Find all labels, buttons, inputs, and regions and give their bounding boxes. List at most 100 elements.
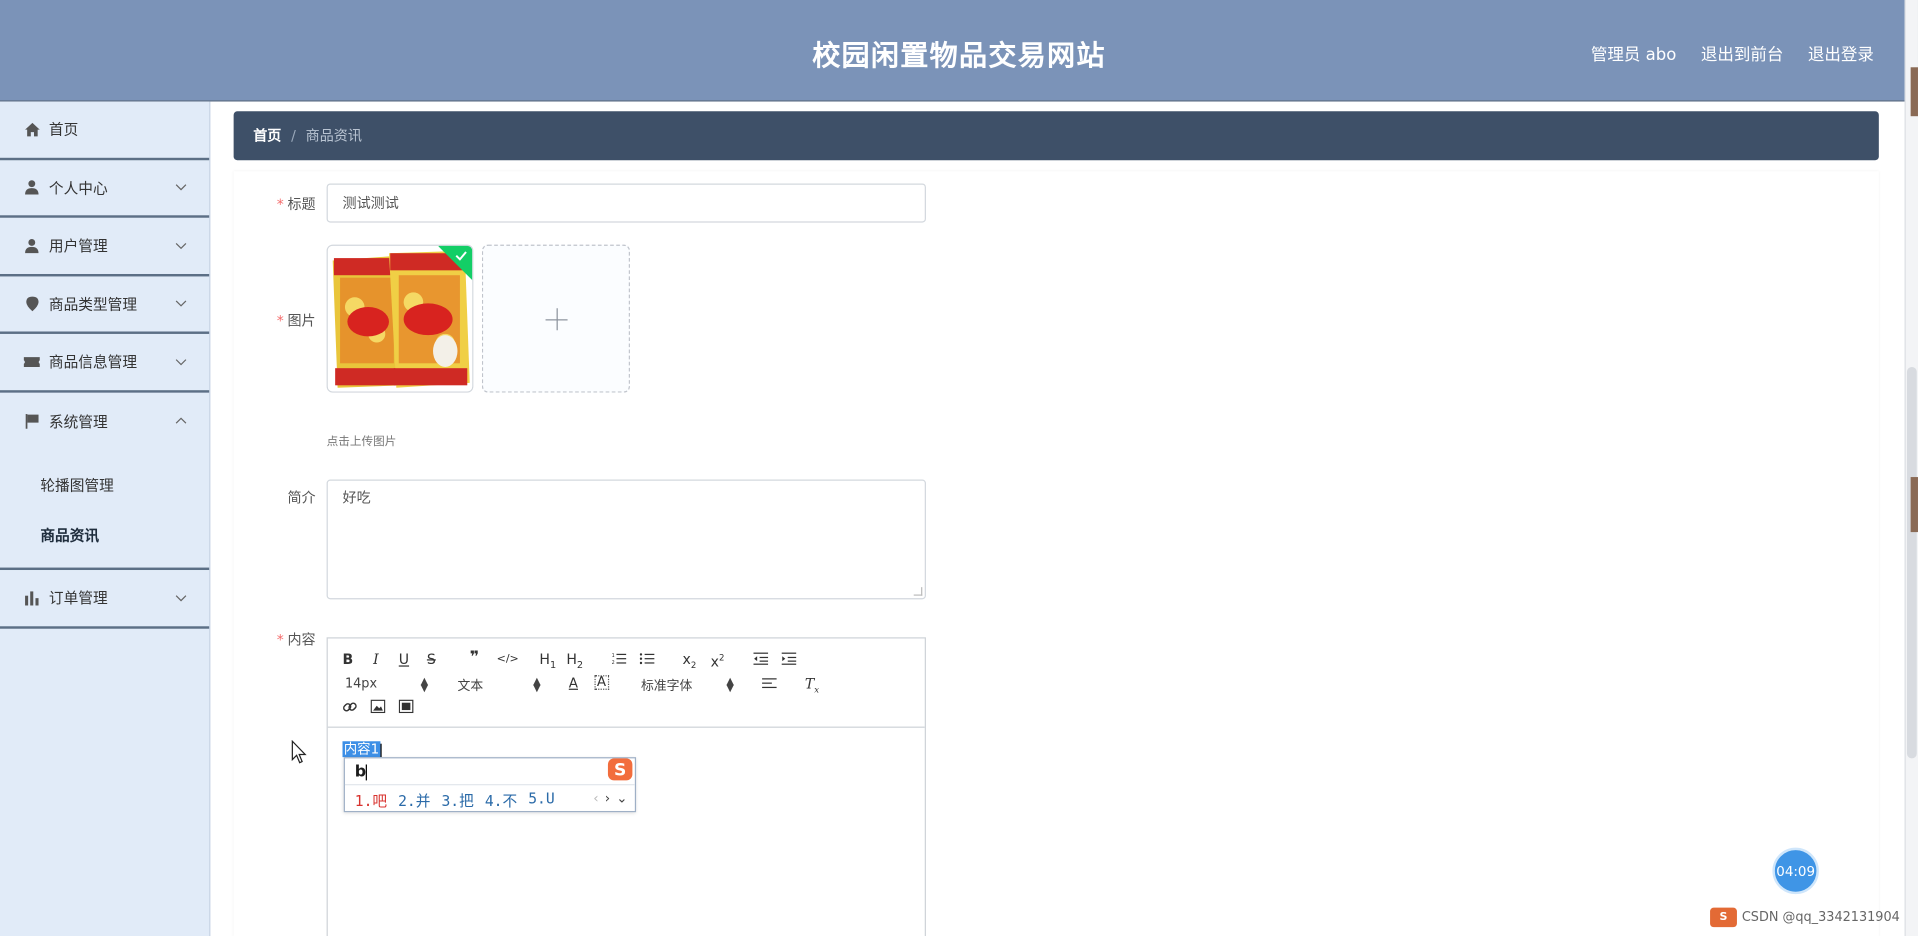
- bullet-list-icon[interactable]: [639, 652, 655, 665]
- ime-pinyin-input: b: [354, 763, 368, 782]
- mouse-cursor-icon: [291, 740, 307, 764]
- user-icon: [23, 179, 40, 196]
- timer-badge[interactable]: 04:09: [1772, 847, 1819, 895]
- subscript-icon[interactable]: x2: [683, 651, 697, 675]
- strikethrough-icon[interactable]: S: [427, 651, 436, 668]
- ordered-list-icon[interactable]: 12: [612, 652, 627, 665]
- sidebar-item-label: 商品类型管理: [48, 295, 138, 313]
- text-color-icon[interactable]: A: [569, 675, 578, 692]
- selected-text: 内容1: [342, 741, 381, 758]
- content-label: * 内容: [276, 631, 316, 649]
- underline-icon[interactable]: U: [399, 651, 409, 668]
- sogou-ime-logo-icon: S: [607, 758, 633, 781]
- sidebar-item-label: 用户管理: [48, 237, 108, 255]
- clear-format-icon[interactable]: Tx: [805, 675, 819, 699]
- sidebar-item-product-management[interactable]: 商品信息管理: [0, 334, 210, 393]
- taskbar-text: CSDN @qq_3342131904: [1741, 910, 1900, 925]
- font-size-select[interactable]: 14px ▲ ▼: [345, 675, 429, 694]
- ime-candidate[interactable]: 4.不: [485, 790, 517, 811]
- system-submenu: 轮播图管理 商品资讯: [0, 450, 210, 571]
- upload-tip: 点击上传图片: [326, 435, 397, 449]
- sort-arrows-icon: ▲ ▼: [726, 675, 734, 694]
- sidebar-item-label: 个人中心: [48, 179, 108, 197]
- chevron-down-icon: [175, 300, 187, 307]
- top-header: 校园闲置物品交易网站 管理员 abo 退出到前台 退出登录: [0, 0, 1918, 102]
- code-block-icon[interactable]: </>: [497, 651, 519, 668]
- page-scrollbar[interactable]: [1904, 0, 1918, 936]
- flag-icon: [23, 413, 40, 430]
- link-icon[interactable]: [342, 700, 357, 715]
- intro-text: 好吃: [342, 489, 371, 507]
- sidebar-item-user-management[interactable]: 用户管理: [0, 218, 210, 276]
- chevron-down-icon: [175, 242, 187, 249]
- sidebar-item-label: 商品信息管理: [48, 353, 138, 371]
- app-root: 校园闲置物品交易网站 管理员 abo 退出到前台 退出登录 首页 个人中心 用户…: [0, 0, 1918, 936]
- outdent-icon[interactable]: [753, 652, 769, 665]
- header-2-icon[interactable]: H2: [566, 651, 583, 675]
- format-select[interactable]: 文本 ▲ ▼: [457, 676, 540, 694]
- ime-page-nav: ‹ › ⌄: [593, 790, 627, 806]
- image-label: * 图片: [276, 311, 316, 330]
- home-icon: [23, 121, 40, 138]
- title-input[interactable]: 测试测试: [326, 183, 926, 223]
- font-family-select[interactable]: 标准字体 ▲ ▼: [641, 676, 734, 694]
- italic-icon[interactable]: I: [373, 651, 379, 668]
- logout-link[interactable]: 退出登录: [1808, 40, 1874, 65]
- sidebar-item-order-management[interactable]: 订单管理: [0, 570, 210, 629]
- superscript-icon[interactable]: x2: [711, 650, 725, 671]
- sidebar-item-label: 首页: [48, 121, 79, 139]
- sidebar-item-system-management[interactable]: 系统管理: [0, 392, 209, 450]
- breadcrumb-home[interactable]: 首页: [253, 126, 281, 146]
- chart-icon: [23, 589, 40, 606]
- ime-candidates: 1.吧 2.并 3.把 4.不 5.U: [355, 790, 555, 811]
- intro-textarea[interactable]: 好吃: [326, 479, 926, 600]
- bold-icon[interactable]: B: [342, 651, 353, 668]
- ime-candidate[interactable]: 5.U: [528, 790, 555, 811]
- background-color-icon[interactable]: A: [594, 675, 609, 690]
- sidebar-item-product-news[interactable]: 商品资讯: [0, 510, 209, 560]
- sidebar-item-personal-center[interactable]: 个人中心: [0, 160, 210, 218]
- chevron-right-icon[interactable]: ›: [605, 790, 610, 806]
- svg-text:S: S: [614, 761, 626, 781]
- align-icon[interactable]: [762, 678, 777, 691]
- text-caret: [380, 743, 382, 757]
- header-1-icon[interactable]: H1: [539, 651, 556, 675]
- ticket-icon: [23, 353, 40, 370]
- chevron-down-icon: [175, 594, 187, 602]
- editor-toolbar: B I U S ❞ </> H1 H2 12 x2 x2 14px ▲ ▼ 文本 ▲ ▼…: [327, 639, 925, 728]
- sidebar-item-category-management[interactable]: 商品类型管理: [0, 276, 210, 334]
- sidebar-item-home[interactable]: 首页: [0, 102, 210, 160]
- blockquote-icon[interactable]: ❞: [470, 649, 479, 667]
- title-label: * 标题: [276, 195, 316, 213]
- chevron-left-icon[interactable]: ‹: [593, 790, 598, 806]
- chevron-down-icon[interactable]: ⌄: [616, 790, 627, 806]
- taskbar-tray: S CSDN @qq_3342131904: [1710, 905, 1918, 929]
- svg-text:1: 1: [612, 653, 615, 659]
- sort-arrows-icon: ▲ ▼: [533, 675, 541, 694]
- uploaded-image-thumbnail[interactable]: [326, 244, 474, 393]
- sidebar-item-label: 订单管理: [48, 589, 108, 608]
- user-icon: [23, 237, 40, 254]
- svg-text:2: 2: [612, 660, 615, 665]
- ime-candidate[interactable]: 1.吧: [355, 790, 387, 811]
- sidebar-item-carousel[interactable]: 轮播图管理: [0, 460, 209, 510]
- ime-candidate[interactable]: 2.并: [398, 790, 430, 811]
- intro-label: 简介: [287, 489, 316, 507]
- ime-candidate[interactable]: 3.把: [441, 790, 473, 811]
- snack-product-image: [327, 245, 473, 392]
- chevron-down-icon: [175, 358, 187, 366]
- resize-grip-icon[interactable]: [913, 587, 923, 596]
- chevron-down-icon: [175, 184, 187, 191]
- ime-candidate-window: b S 1.吧 2.并 3.把 4.不 5.U ‹ › ⌄: [343, 757, 637, 813]
- indent-icon[interactable]: [781, 652, 797, 665]
- image-icon[interactable]: [370, 699, 386, 714]
- breadcrumb: 首页 / 商品资讯: [233, 111, 1879, 161]
- sort-arrows-icon: ▲ ▼: [420, 675, 429, 694]
- go-to-frontend-link[interactable]: 退出到前台: [1701, 40, 1784, 65]
- admin-user-link[interactable]: 管理员 abo: [1591, 40, 1677, 65]
- breadcrumb-separator: /: [291, 127, 296, 145]
- video-icon[interactable]: [398, 699, 414, 714]
- sidebar-item-label: 系统管理: [48, 413, 108, 431]
- upload-add-button[interactable]: [481, 244, 630, 393]
- location-icon: [23, 295, 40, 312]
